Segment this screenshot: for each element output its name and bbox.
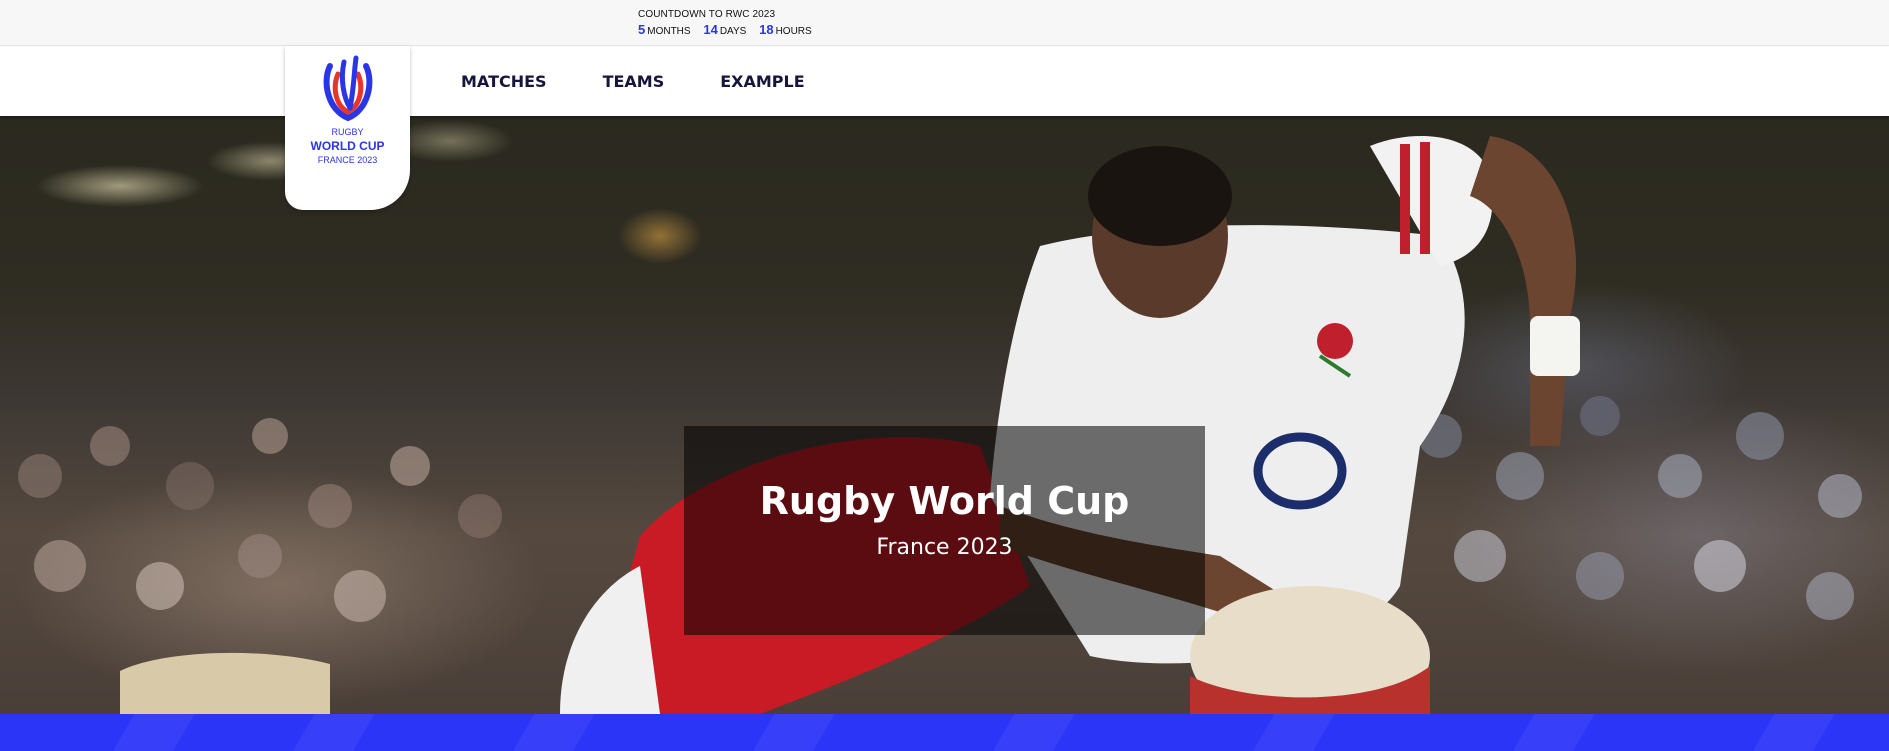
hero-subtitle: France 2023 (876, 535, 1013, 560)
countdown-days-value: 14 (703, 22, 718, 37)
countdown-hours-value: 18 (759, 22, 774, 37)
rwc-logo-icon (323, 55, 372, 122)
band-stripe (499, 714, 601, 751)
site-logo[interactable]: RUGBY WORLD CUP FRANCE 2023 (285, 46, 410, 210)
nav-item-matches[interactable]: MATCHES (461, 72, 547, 91)
hero-title-panel: Rugby World Cup France 2023 (684, 426, 1205, 635)
countdown-values: 5 MONTHS 14 DAYS 18 HOURS (638, 23, 822, 39)
countdown-months-value: 5 (638, 22, 646, 37)
band-stripe (1239, 714, 1341, 751)
band-stripe (979, 714, 1081, 751)
logo-line-france-2023: FRANCE 2023 (317, 155, 378, 165)
logo-line-rugby: RUGBY (331, 127, 364, 137)
countdown-bar: COUNTDOWN TO RWC 2023 5 MONTHS 14 DAYS 18 H… (0, 0, 1889, 46)
band-stripe (739, 714, 841, 751)
main-navbar: MATCHES TEAMS EXAMPLE (0, 47, 1889, 116)
countdown-hours-unit: HOURS (775, 26, 812, 37)
band-stripe (1499, 714, 1601, 751)
hero-title: Rugby World Cup (759, 479, 1130, 523)
logo-line-world-cup: WORLD CUP (310, 139, 385, 153)
nav-item-example[interactable]: EXAMPLE (720, 72, 804, 91)
band-stripe (279, 714, 381, 751)
countdown-title: COUNTDOWN TO RWC 2023 (638, 9, 776, 20)
logo-wordmark: RUGBY WORLD CUP FRANCE 2023 (311, 126, 385, 167)
nav-item-teams[interactable]: TEAMS (603, 72, 665, 91)
countdown-days-unit: DAYS (719, 26, 747, 37)
countdown-months-unit: MONTHS (647, 26, 691, 37)
nav-menu: MATCHES TEAMS EXAMPLE (461, 47, 861, 116)
band-stripe (1739, 714, 1841, 751)
accent-band (0, 714, 1889, 751)
countdown: COUNTDOWN TO RWC 2023 5 MONTHS 14 DAYS 18 H… (638, 9, 822, 39)
band-stripe (99, 714, 201, 751)
hero-section: Rugby World Cup France 2023 (0, 116, 1889, 714)
